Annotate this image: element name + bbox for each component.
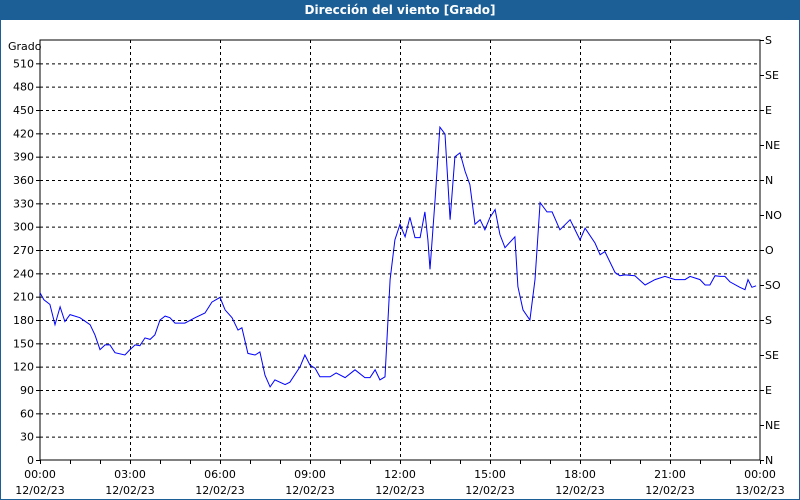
x-tick-time: 00:00: [24, 468, 56, 481]
y-tick-label: 120: [13, 361, 34, 374]
y-tick-label: 150: [13, 337, 34, 350]
x-tick-time: 15:00: [474, 468, 506, 481]
x-tick-date: 12/02/23: [555, 484, 604, 497]
right-axis-label: E: [765, 104, 772, 117]
y-tick-label: 510: [13, 57, 34, 70]
series-line: [39, 125, 757, 388]
wind-direction-chart: Grado 0 30 60 90 120 150 180 210 240 270 300 330 360…: [8, 34, 785, 497]
right-axis-label: S: [765, 34, 772, 47]
x-tick-time: 09:00: [294, 468, 326, 481]
x-tick-date: 12/02/23: [195, 484, 244, 497]
right-axis-label: O: [765, 244, 774, 257]
right-axis-label: NE: [765, 419, 780, 432]
y-tick-label: 330: [13, 197, 34, 210]
y-axis-label: Grado: [8, 40, 42, 53]
x-tick-time: 18:00: [564, 468, 596, 481]
y-tick-label: 210: [13, 291, 34, 304]
y-tick-label: 270: [13, 244, 34, 257]
y-tick-label: 420: [13, 127, 34, 140]
y-tick-label: 90: [20, 384, 34, 397]
y-tick-label: 390: [13, 151, 34, 164]
right-axis-label: NO: [765, 209, 782, 222]
x-tick-date: 12/02/23: [105, 484, 154, 497]
y-tick-label: 450: [13, 104, 34, 117]
x-tick-date: 12/02/23: [465, 484, 514, 497]
x-tick-time: 06:00: [204, 468, 236, 481]
right-axis-label: SO: [765, 279, 781, 292]
x-tick-time: 12:00: [384, 468, 416, 481]
x-tick-time: 03:00: [114, 468, 146, 481]
right-axis-label: SE: [765, 69, 779, 82]
y-tick-label: 240: [13, 267, 34, 280]
right-axis-label: N: [765, 174, 773, 187]
y-tick-label: 30: [20, 431, 34, 444]
y-tick-label: 360: [13, 174, 34, 187]
right-axis-label: NE: [765, 139, 780, 152]
x-tick-date: 12/02/23: [285, 484, 334, 497]
y-tick-label: 300: [13, 221, 34, 234]
x-tick-time: 00:00: [744, 468, 776, 481]
x-tick-date: 12/02/23: [375, 484, 424, 497]
x-tick-date: 13/02/23: [735, 484, 784, 497]
right-axis-label: S: [765, 314, 772, 327]
right-axis-label: E: [765, 384, 772, 397]
x-tick-time: 21:00: [654, 468, 686, 481]
y-tick-label: 0: [27, 454, 34, 467]
right-axis-label: SE: [765, 349, 779, 362]
right-axis-label: N: [765, 454, 773, 467]
x-tick-date: 12/02/23: [15, 484, 64, 497]
x-tick-date: 12/02/23: [645, 484, 694, 497]
y-tick-label: 480: [13, 81, 34, 94]
y-tick-label: 180: [13, 314, 34, 327]
y-tick-label: 60: [20, 407, 34, 420]
